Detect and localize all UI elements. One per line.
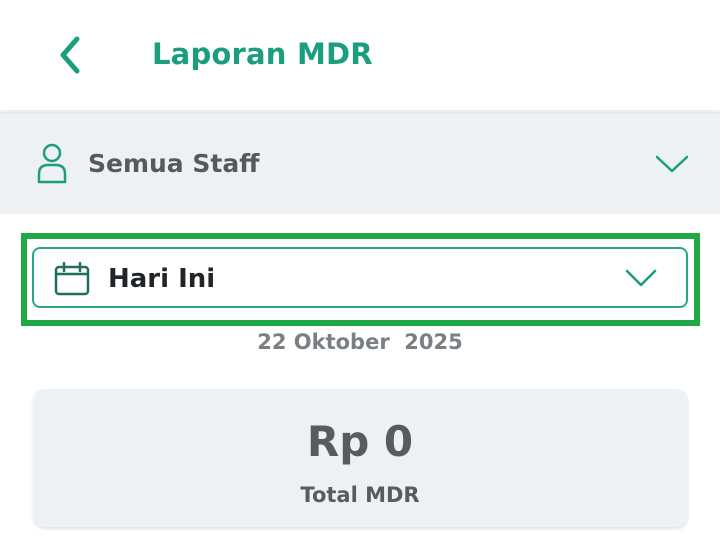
chevron-down-icon [625,269,657,287]
date-filter-label: Hari Ini [108,264,216,294]
total-mdr-label: Total MDR [300,483,420,507]
top-app-bar: Laporan MDR [0,0,720,110]
chevron-left-icon [60,36,80,74]
chevron-down-icon [655,155,689,173]
app-screen: Laporan MDR Semua Staff Hari Ini 22 Okto… [0,0,720,551]
back-button[interactable] [48,32,92,78]
staff-filter-label: Semua Staff [88,149,260,178]
total-mdr-amount: Rp 0 [306,417,414,466]
selected-date-text: 22 Oktober 2025 [257,330,463,354]
page-title: Laporan MDR [152,37,373,71]
calendar-icon [54,262,90,296]
user-icon [37,143,67,184]
